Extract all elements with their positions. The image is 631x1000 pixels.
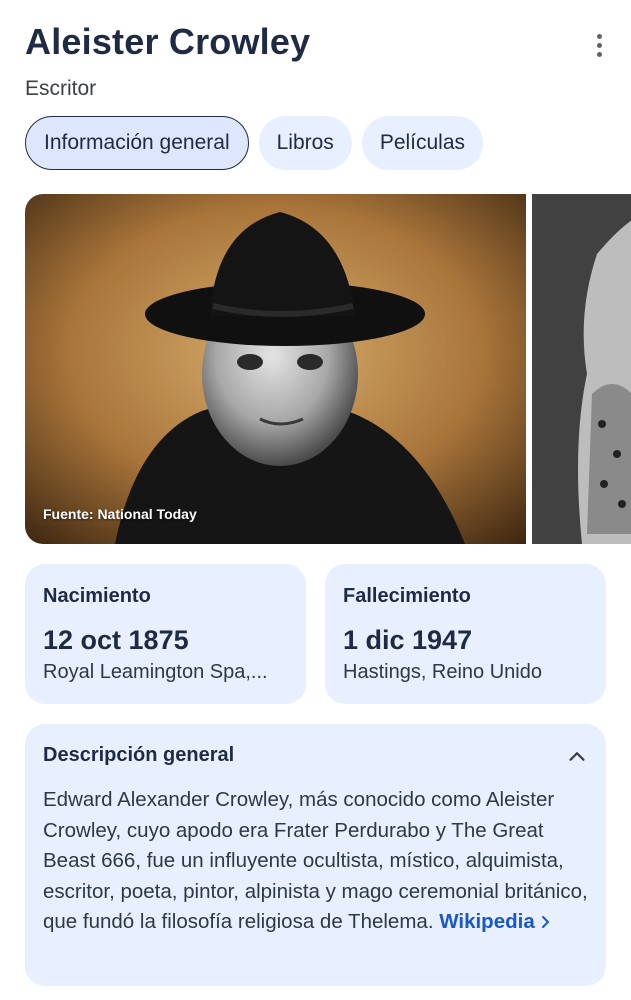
- overview-text: Edward Alexander Crowley, más conocido c…: [43, 785, 588, 938]
- overview-card: Descripción general Edward Alexander Cro…: [25, 724, 606, 986]
- birth-date: 12 oct 1875: [43, 625, 189, 655]
- birth-label: Nacimiento: [43, 585, 151, 607]
- chevron-right-icon: [542, 916, 550, 928]
- overview-header[interactable]: Descripción general: [43, 744, 588, 767]
- more-vertical-icon: [596, 33, 602, 39]
- tab-bar: Información general Libros Películas: [25, 116, 484, 170]
- portrait-image[interactable]: Fuente: National Today: [25, 194, 526, 544]
- death-label: Fallecimiento: [343, 585, 471, 607]
- chevron-up-icon[interactable]: [566, 745, 588, 767]
- secondary-image[interactable]: [532, 194, 631, 544]
- page-title: Aleister Crowley: [25, 21, 311, 62]
- tab-peliculas[interactable]: Películas: [361, 116, 484, 170]
- image-carousel[interactable]: Fuente: National Today: [25, 194, 631, 544]
- image-source-caption: Fuente: National Today: [43, 506, 197, 522]
- secondary-illustration: [532, 194, 631, 544]
- wikipedia-link-label: Wikipedia: [439, 910, 535, 933]
- more-vertical-icon-dot: [596, 51, 602, 57]
- birth-place: Royal Leamington Spa,...: [43, 661, 268, 683]
- header: Aleister Crowley Escritor: [25, 18, 611, 102]
- more-options-button[interactable]: [587, 30, 611, 60]
- portrait-illustration: [25, 194, 526, 544]
- tab-informacion-general[interactable]: Información general: [25, 116, 249, 170]
- death-place: Hastings, Reino Unido: [343, 661, 542, 683]
- wikipedia-link[interactable]: Wikipedia: [439, 910, 552, 933]
- overview-label: Descripción general: [43, 744, 235, 766]
- death-card[interactable]: Fallecimiento 1 dic 1947 Hastings, Reino…: [325, 564, 606, 704]
- death-date: 1 dic 1947: [343, 625, 473, 655]
- birth-card[interactable]: Nacimiento 12 oct 1875 Royal Leamington …: [25, 564, 306, 704]
- page-subtitle: Escritor: [25, 77, 97, 100]
- more-vertical-icon-dot: [596, 42, 602, 48]
- tab-libros[interactable]: Libros: [258, 116, 352, 170]
